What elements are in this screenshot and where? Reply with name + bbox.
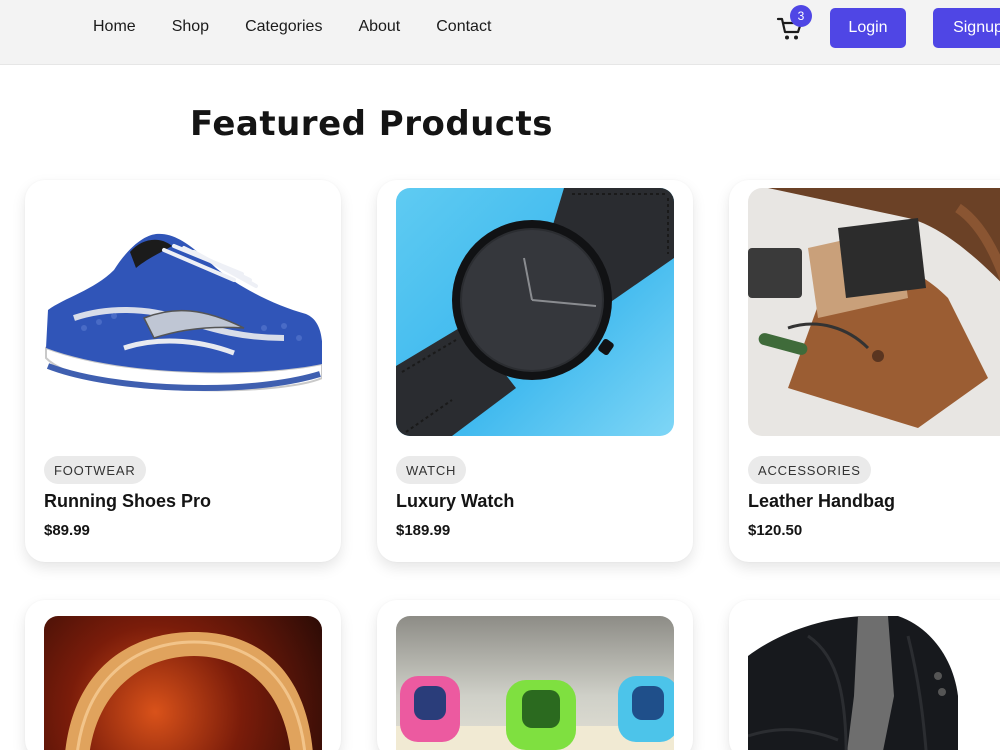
nav-link-shop[interactable]: Shop	[172, 18, 209, 36]
product-category-tag: FOOTWEAR	[44, 456, 146, 484]
navbar: Home Shop Categories About Contact 3 Log…	[0, 0, 1000, 65]
product-card-luxury-watch[interactable]: WATCH Luxury Watch $189.99	[377, 180, 693, 562]
product-image-shoes	[44, 188, 322, 436]
product-price: $189.99	[396, 522, 451, 539]
nav-links: Home Shop Categories About Contact	[93, 0, 527, 54]
nav-link-categories[interactable]: Categories	[245, 18, 322, 36]
product-name: Leather Handbag	[748, 491, 896, 511]
product-card-jacket[interactable]	[729, 600, 1000, 750]
product-card-smartwatches[interactable]	[377, 600, 693, 750]
product-image-headphones	[44, 616, 322, 750]
nav-link-about[interactable]: About	[358, 18, 400, 36]
product-image-watch	[396, 188, 674, 436]
product-card-headphones[interactable]	[25, 600, 341, 750]
product-image-smartwatches	[396, 616, 674, 750]
product-price: $89.99	[44, 522, 90, 539]
product-card-running-shoes[interactable]: FOOTWEAR Running Shoes Pro $89.99	[25, 180, 341, 562]
product-image-jacket	[748, 616, 1000, 750]
product-name: Luxury Watch	[396, 491, 515, 511]
product-price: $120.50	[748, 522, 803, 539]
product-image-handbag	[748, 188, 1000, 436]
product-name: Running Shoes Pro	[44, 491, 212, 511]
product-category-tag: ACCESSORIES	[748, 456, 871, 484]
section-title: Featured Products	[190, 104, 554, 144]
product-category-tag: WATCH	[396, 456, 467, 484]
cart-button[interactable]: 3	[776, 5, 812, 44]
login-button[interactable]: Login	[830, 8, 906, 48]
nav-link-contact[interactable]: Contact	[436, 18, 491, 36]
signup-button[interactable]: Signup	[933, 8, 1000, 48]
product-card-leather-handbag[interactable]: ACCESSORIES Leather Handbag $120.50	[729, 180, 1000, 562]
cart-count-badge: 3	[790, 5, 812, 27]
nav-link-home[interactable]: Home	[93, 18, 136, 36]
